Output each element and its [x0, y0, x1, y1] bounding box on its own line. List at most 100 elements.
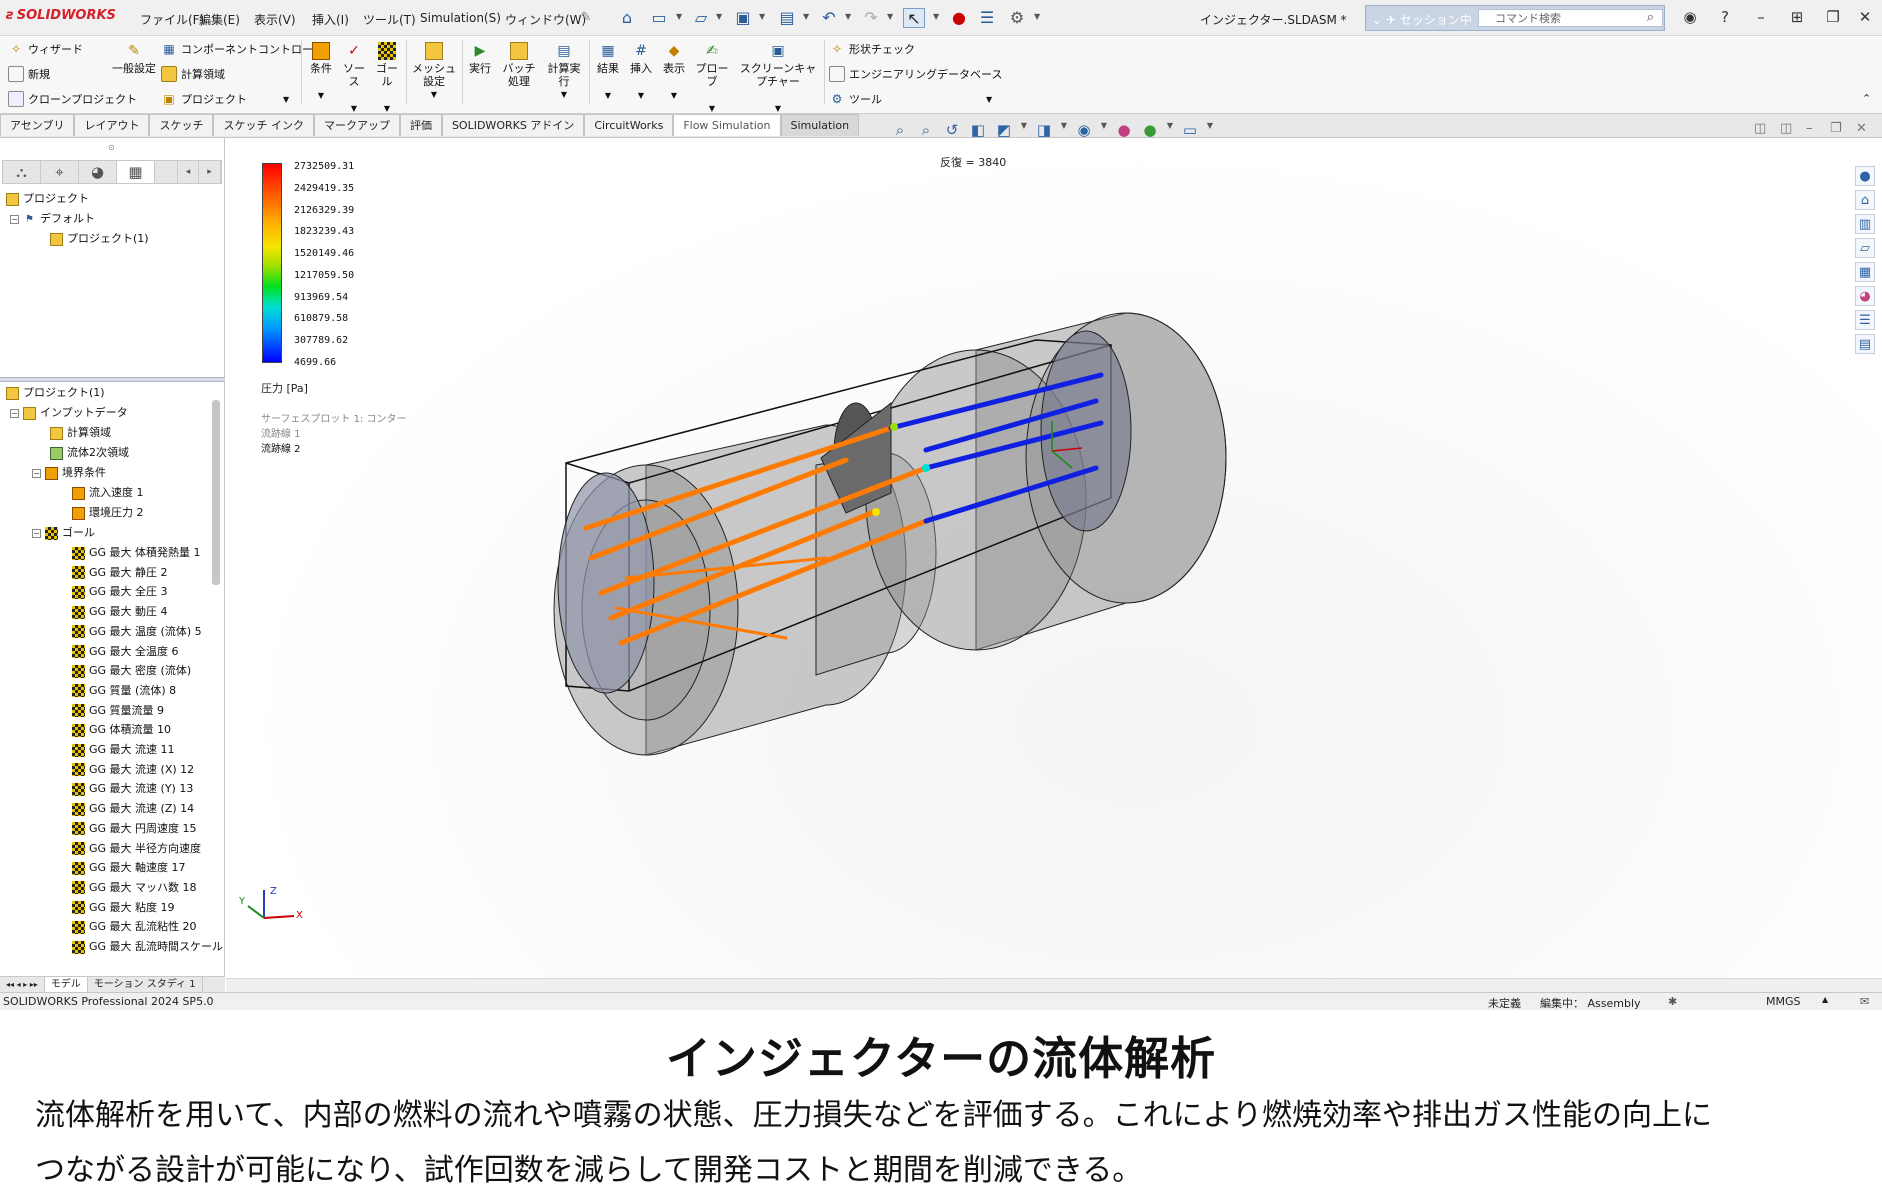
- panel-collapse-icon[interactable]: ⊙: [108, 143, 115, 152]
- tab-model[interactable]: モデル: [44, 977, 88, 992]
- tab-sketch-ink[interactable]: スケッチ インク: [213, 114, 314, 136]
- menu-edit[interactable]: 編集(E): [199, 11, 240, 28]
- general-settings-button[interactable]: ✎ 一般設定: [112, 42, 156, 75]
- tab-sketch[interactable]: スケッチ: [149, 114, 214, 136]
- appearance-icon[interactable]: ●: [1114, 121, 1134, 139]
- solidworks-resources-icon[interactable]: ●: [1855, 166, 1875, 186]
- tree-item-default-config[interactable]: − ⚑ デフォルト: [10, 210, 95, 228]
- unit-system[interactable]: MMGS: [1766, 995, 1801, 1008]
- scene-icon[interactable]: ●: [1140, 121, 1160, 139]
- display-manager-tab-icon[interactable]: ◕: [79, 161, 117, 183]
- tree-item-goal[interactable]: GG 最大 全温度 6: [72, 643, 179, 661]
- notification-icon[interactable]: ✉: [1860, 995, 1869, 1008]
- rebuild-icon[interactable]: ✱: [1668, 995, 1677, 1008]
- forum-icon[interactable]: ▤: [1855, 334, 1875, 354]
- help-icon[interactable]: ?: [1712, 8, 1738, 28]
- chevron-down-icon[interactable]: ▼: [1034, 12, 1040, 21]
- check-geometry-button[interactable]: ✧ 形状チェック: [829, 41, 915, 57]
- tree-item-goal[interactable]: GG 最大 動圧 4: [72, 603, 168, 621]
- tree-item-goal[interactable]: GG 最大 流速 11: [72, 741, 175, 759]
- file-properties-icon[interactable]: ☰: [976, 8, 998, 28]
- tree-item-goal[interactable]: GG 最大 流速 (Y) 13: [72, 780, 193, 798]
- collapse-ribbon-icon[interactable]: ⌃: [1862, 92, 1871, 105]
- collapse-icon[interactable]: −: [32, 528, 41, 538]
- tab-scroll-right-icon[interactable]: ▸: [199, 161, 221, 183]
- file-explorer-icon[interactable]: ▱: [1855, 238, 1875, 258]
- solve-button[interactable]: ▤ 計算実行 ▼: [544, 42, 584, 101]
- tab-layout[interactable]: レイアウト: [74, 114, 150, 136]
- restore-window-button[interactable]: ❐: [1820, 8, 1846, 28]
- gear-icon[interactable]: ⚙: [1006, 8, 1028, 28]
- menu-simulation[interactable]: Simulation(S): [420, 11, 501, 25]
- property-manager-tab-icon[interactable]: ⌖: [41, 161, 79, 183]
- flow-simulation-tab-icon[interactable]: ▦: [117, 161, 155, 183]
- tree-item-goal[interactable]: GG 最大 軸速度 17: [72, 859, 186, 877]
- run-button[interactable]: ▶ 実行: [466, 42, 494, 75]
- tree-item-project-root[interactable]: プロジェクト(1): [6, 384, 105, 402]
- tree-scrollbar[interactable]: [212, 400, 220, 585]
- user-account-icon[interactable]: ◉: [1677, 8, 1703, 28]
- tree-item-goal[interactable]: GG 最大 マッハ数 18: [72, 879, 197, 897]
- collapse-icon[interactable]: −: [32, 468, 41, 478]
- menu-tools[interactable]: ツール(T): [363, 11, 416, 28]
- tab-motion-study[interactable]: モーション スタディ 1: [88, 977, 203, 992]
- tree-item-goal[interactable]: GG 最大 流速 (Z) 14: [72, 800, 194, 818]
- view-orientation-icon[interactable]: ◩: [994, 121, 1014, 139]
- viewport-close-button[interactable]: ✕: [1856, 121, 1867, 136]
- tree-item-goal[interactable]: GG 最大 全圧 3: [72, 583, 168, 601]
- display-style-icon[interactable]: ◨: [1034, 121, 1054, 139]
- tab-assembly[interactable]: アセンブリ: [0, 114, 75, 136]
- view-settings-icon[interactable]: ▭: [1180, 121, 1200, 139]
- engineering-database-button[interactable]: エンジニアリングデータベース: [829, 66, 1002, 82]
- tree-item-goal[interactable]: GG 最大 乱流時間スケール: [72, 938, 223, 956]
- tree-item-goal[interactable]: GG 質量 (流体) 8: [72, 682, 176, 700]
- menu-view[interactable]: 表示(V): [254, 11, 296, 28]
- tree-item-goal[interactable]: GG 最大 半径方向速度: [72, 840, 201, 858]
- graphics-viewport[interactable]: Z X Y: [226, 138, 1882, 978]
- command-search-input[interactable]: [1478, 9, 1663, 27]
- new-document-icon[interactable]: ▭: [648, 8, 670, 28]
- clone-project-button[interactable]: クローンプロジェクト: [8, 91, 137, 107]
- home-icon[interactable]: ⌂: [616, 8, 638, 28]
- viewport-minimize-button[interactable]: –: [1806, 121, 1813, 136]
- tree-item-goal[interactable]: GG 最大 温度 (流体) 5: [72, 623, 202, 641]
- tab-nav-arrows-icon[interactable]: ◂◂ ◂ ▸ ▸▸: [0, 977, 45, 992]
- collapse-icon[interactable]: −: [10, 214, 19, 224]
- design-library-icon[interactable]: ▥: [1855, 214, 1875, 234]
- chevron-up-icon[interactable]: ▲: [1822, 995, 1828, 1004]
- chevron-down-icon[interactable]: ▼: [1060, 121, 1068, 139]
- chevron-down-icon[interactable]: ▼: [1166, 121, 1174, 139]
- custom-properties-icon[interactable]: ☰: [1855, 310, 1875, 330]
- viewport-tile-icon[interactable]: ◫: [1754, 121, 1766, 136]
- tab-circuitworks[interactable]: CircuitWorks: [584, 114, 674, 136]
- solidworks-logo[interactable]: ƨ SOLIDWORKS: [6, 8, 116, 23]
- tree-item-goal[interactable]: GG 最大 流速 (X) 12: [72, 761, 194, 779]
- menu-insert[interactable]: 挿入(I): [312, 11, 349, 28]
- hide-show-icon[interactable]: ◉: [1074, 121, 1094, 139]
- chevron-down-icon[interactable]: ▼: [1100, 121, 1108, 139]
- menu-file[interactable]: ファイル(F): [140, 11, 204, 28]
- panel-splitter[interactable]: [0, 377, 225, 382]
- tree-item-input-data[interactable]: − インプットデータ: [10, 404, 128, 422]
- chevron-down-icon[interactable]: ▼: [676, 12, 682, 21]
- select-pointer-icon[interactable]: ↖: [903, 8, 925, 28]
- computational-domain-button[interactable]: 計算領域: [161, 66, 225, 82]
- print-icon[interactable]: ▤: [776, 8, 798, 28]
- display-button[interactable]: ◆ 表示 ▼: [659, 42, 689, 102]
- session-indicator[interactable]: ⌄ ✈ セッション中: [1372, 11, 1472, 28]
- tab-flow-simulation[interactable]: Flow Simulation: [673, 114, 781, 136]
- tools-menu-button[interactable]: ⚙ ツール ▼: [829, 91, 993, 107]
- undo-icon[interactable]: ↶: [818, 8, 840, 28]
- tree-item-goal[interactable]: GG 最大 粘度 19: [72, 899, 175, 917]
- results-button[interactable]: ▦ 結果 ▼: [593, 42, 623, 102]
- viewport-restore-button[interactable]: ❐: [1830, 121, 1842, 136]
- close-window-button[interactable]: ✕: [1852, 8, 1878, 28]
- batch-run-button[interactable]: バッチ処理: [498, 42, 540, 88]
- save-icon[interactable]: ▣: [732, 8, 754, 28]
- chevron-down-icon[interactable]: ▼: [887, 12, 893, 21]
- chevron-down-icon[interactable]: ▼: [1206, 121, 1214, 139]
- insert-results-button[interactable]: # 挿入 ▼: [626, 42, 656, 102]
- collapse-icon[interactable]: −: [10, 408, 19, 418]
- viewport-horizontal-scrollbar[interactable]: [226, 978, 1882, 992]
- home-icon[interactable]: ⌂: [1855, 190, 1875, 210]
